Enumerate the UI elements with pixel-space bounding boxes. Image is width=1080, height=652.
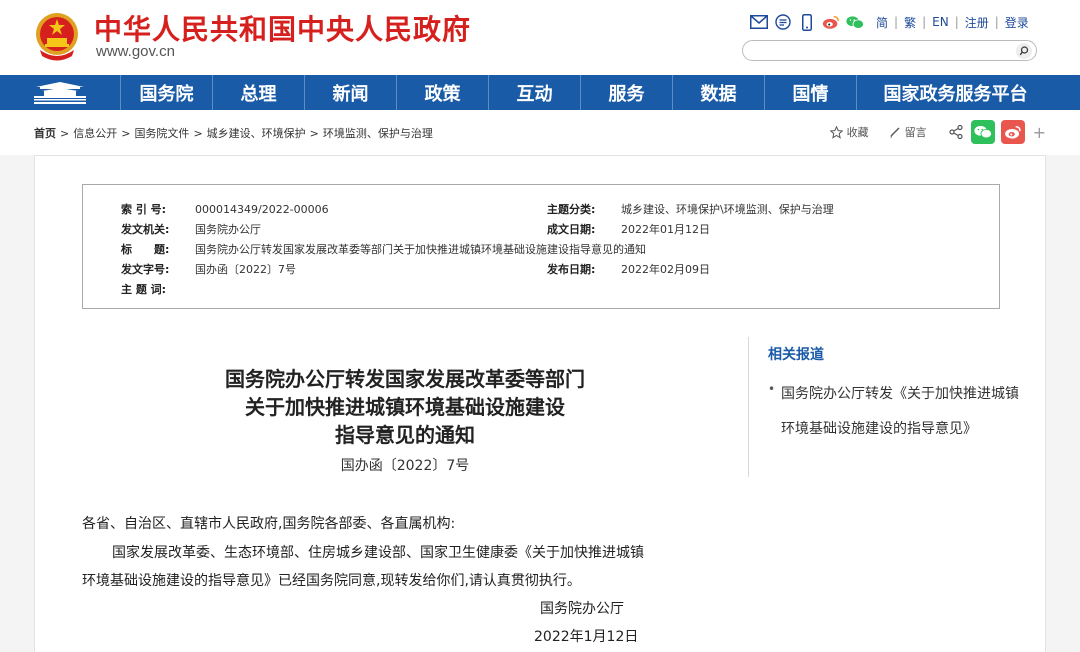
search-button[interactable]	[1016, 43, 1032, 59]
breadcrumb-separator: >	[121, 127, 131, 140]
info-keywords: 主 题 词:	[121, 281, 195, 297]
breadcrumb-urban-env[interactable]: 城乡建设、环境保护	[207, 127, 306, 140]
related-report-bullet: •	[768, 382, 776, 396]
article-title: 国务院办公厅转发国家发展改革委等部门 关于加快推进城镇环境基础设施建设 指导意见…	[100, 365, 710, 449]
register-link[interactable]: 注册	[965, 14, 989, 31]
info-title-value: 国务院办公厅转发国家发展改革委等部门关于加快推进城镇环境基础设施建设指导意见的通…	[195, 243, 646, 256]
info-index: 索 引 号: 000014349/2022-00006	[121, 201, 329, 217]
nav-item-data[interactable]: 数据	[672, 75, 764, 110]
breadcrumb-bar: 首页 > 信息公开 > 国务院文件 > 城乡建设、环境保护 > 环境监测、保护与治理 收藏 留言…	[0, 110, 1080, 155]
share-network-button[interactable]	[947, 120, 965, 144]
info-published: 发布日期: 2022年02月09日	[547, 261, 710, 277]
breadcrumb-state-council-docs[interactable]: 国务院文件	[134, 127, 189, 140]
article-body-line: 环境基础设施建设的指导意见》已经国务院同意,现转发给你们,请认真贯彻执行。	[82, 573, 581, 589]
nav-item-policies[interactable]: 政策	[396, 75, 488, 110]
article-doc-number: 国办函〔2022〕7号	[340, 458, 470, 474]
pen-icon	[890, 127, 900, 138]
document-info-table: 索 引 号: 000014349/2022-00006 主题分类: 城乡建设、环境保…	[82, 184, 1000, 309]
wechat-icon	[974, 125, 992, 139]
article-signature: 国务院办公厅	[540, 601, 624, 617]
login-link[interactable]: 登录	[1005, 14, 1029, 31]
site-title[interactable]: 中华人民共和国中央人民政府	[94, 8, 471, 48]
share-wechat-button[interactable]	[970, 120, 995, 144]
share-weibo-button[interactable]	[1000, 120, 1025, 144]
main-nav: 国务院 总理 新闻 政策 互动 服务 数据 国情 国家政务服务平台	[0, 75, 1080, 110]
national-emblem-icon[interactable]	[34, 10, 80, 62]
info-issuer-label: 发文机关:	[121, 223, 170, 236]
share-icon	[948, 124, 963, 140]
star-icon	[829, 125, 843, 139]
favorite-label: 收藏	[846, 126, 869, 139]
info-topic: 主题分类: 城乡建设、环境保护\环境监测、保护与治理	[547, 201, 834, 217]
article-salutation: 各省、自治区、直辖市人民政府,国务院各部委、各直属机构:	[82, 516, 456, 532]
info-published-value: 2022年02月09日	[621, 263, 710, 276]
lang-english-link[interactable]: EN	[932, 15, 949, 29]
site-domain: www.gov.cn	[96, 43, 175, 60]
info-created-label: 成文日期:	[547, 223, 596, 236]
info-docno-label: 发文字号:	[121, 263, 170, 276]
info-index-value: 000014349/2022-00006	[195, 203, 329, 216]
comment-label: 留言	[904, 126, 927, 139]
mobile-icon[interactable]	[798, 13, 816, 31]
search-input[interactable]	[753, 42, 1013, 62]
wechat-icon[interactable]	[846, 13, 864, 31]
info-created-value: 2022年01月12日	[621, 223, 710, 236]
top-tools: 简 | 繁 | EN | 注册 | 登录	[750, 12, 1029, 32]
breadcrumb: 首页 > 信息公开 > 国务院文件 > 城乡建设、环境保护 > 环境监测、保护与治理	[34, 125, 433, 141]
site-header: 中华人民共和国中央人民政府 www.gov.cn 简 | 繁 | EN | 注册…	[0, 0, 1080, 75]
breadcrumb-info-public[interactable]: 信息公开	[73, 127, 117, 140]
nav-item-news[interactable]: 新闻	[304, 75, 396, 110]
search-icon	[1019, 46, 1029, 56]
info-created: 成文日期: 2022年01月12日	[547, 221, 710, 237]
breadcrumb-home[interactable]: 首页	[34, 127, 56, 140]
info-topic-value: 城乡建设、环境保护\环境监测、保护与治理	[621, 203, 834, 216]
info-title-label: 标 题:	[121, 243, 170, 256]
nav-item-state-council[interactable]: 国务院	[120, 75, 212, 110]
info-index-label: 索 引 号:	[121, 203, 167, 216]
article-date: 2022年1月12日	[534, 629, 639, 645]
article-title-line: 指导意见的通知	[335, 423, 475, 447]
info-published-label: 发布日期:	[547, 263, 596, 276]
nav-item-national-info[interactable]: 国情	[764, 75, 856, 110]
info-topic-label: 主题分类:	[547, 203, 596, 216]
share-toolbar: 收藏 留言 +	[829, 120, 1046, 144]
breadcrumb-separator: >	[309, 127, 319, 140]
mail-icon[interactable]	[750, 13, 768, 31]
share-more-button[interactable]: +	[1033, 123, 1046, 142]
info-keywords-label: 主 题 词:	[121, 283, 167, 296]
breadcrumb-separator: >	[60, 127, 70, 140]
favorite-button[interactable]: 收藏	[829, 124, 869, 140]
nav-item-services[interactable]: 服务	[580, 75, 672, 110]
lang-traditional-link[interactable]: 繁	[904, 14, 916, 31]
info-issuer-value: 国务院办公厅	[195, 223, 261, 236]
weibo-icon	[1004, 126, 1021, 139]
nav-item-interaction[interactable]: 互动	[488, 75, 580, 110]
info-title: 标 题: 国务院办公厅转发国家发展改革委等部门关于加快推进城镇环境基础设施建设指导…	[121, 241, 646, 257]
separator: |	[894, 15, 899, 29]
info-docno: 发文字号: 国办函〔2022〕7号	[121, 261, 296, 277]
info-issuer: 发文机关: 国务院办公厅	[121, 221, 261, 237]
separator: |	[922, 15, 927, 29]
breadcrumb-separator: >	[193, 127, 203, 140]
breadcrumb-env-monitoring[interactable]: 环境监测、保护与治理	[323, 127, 433, 140]
rss-icon[interactable]	[774, 13, 792, 31]
article-body-line: 国家发展改革委、生态环境部、住房城乡建设部、国家卫生健康委《关于加快推进城镇	[112, 545, 644, 561]
lang-simplified-link[interactable]: 简	[876, 14, 888, 31]
info-docno-value: 国办函〔2022〕7号	[195, 263, 296, 276]
separator: |	[994, 15, 999, 29]
nav-item-premier[interactable]: 总理	[212, 75, 304, 110]
nav-item-gov-service-platform[interactable]: 国家政务服务平台	[856, 75, 1054, 110]
related-reports-title: 相关报道	[768, 347, 824, 363]
related-report-link[interactable]: 国务院办公厅转发《关于加快推进城镇环境基础设施建设的指导意见》	[781, 377, 1021, 447]
article-title-line: 国务院办公厅转发国家发展改革委等部门	[225, 367, 585, 391]
lang-links: 简 | 繁 | EN | 注册 | 登录	[876, 14, 1029, 31]
article-title-line: 关于加快推进城镇环境基础设施建设	[245, 395, 565, 419]
separator: |	[954, 15, 959, 29]
comment-button[interactable]: 留言	[889, 124, 927, 140]
sidebar-divider	[748, 337, 749, 477]
search-box	[742, 40, 1037, 62]
tiananmen-logo-icon[interactable]	[0, 75, 120, 110]
weibo-icon[interactable]	[822, 13, 840, 31]
